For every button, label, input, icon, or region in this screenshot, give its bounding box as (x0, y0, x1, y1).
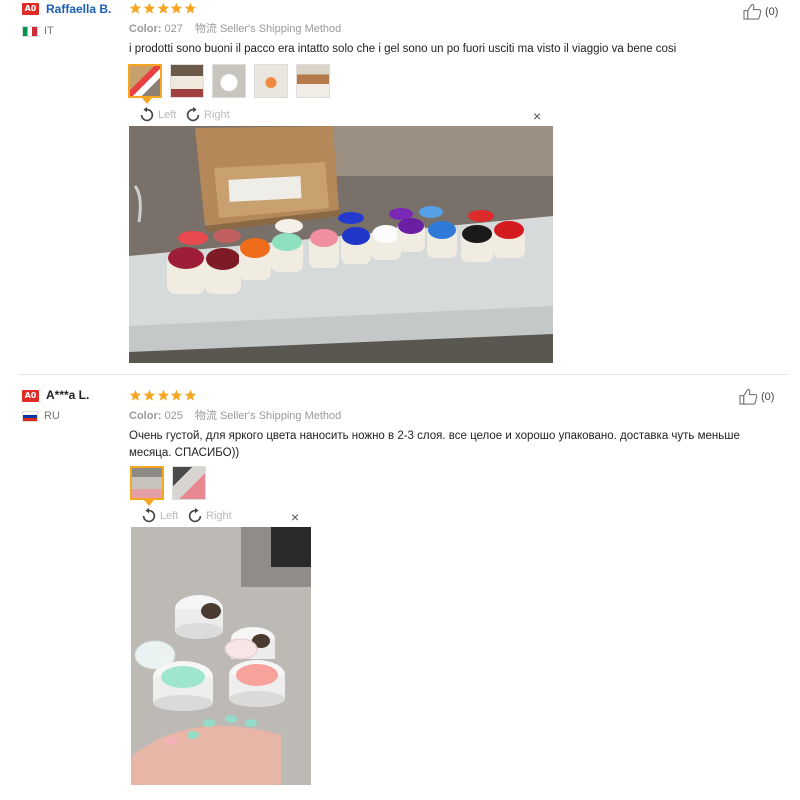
reviewer-country: IT (44, 25, 54, 37)
gel-pots-photo (129, 126, 553, 363)
review-text: i prodotti sono buoni il pacco era intat… (129, 43, 677, 55)
rotate-left-label: Left (158, 109, 177, 121)
rotate-left-icon (140, 507, 158, 525)
rating-stars (129, 2, 197, 15)
close-viewer-button[interactable]: × (533, 108, 541, 124)
review-text-line: месяца. СПАСИБО)) (129, 447, 240, 459)
review-photo-large (131, 527, 311, 785)
russia-flag-icon (22, 411, 38, 422)
rotate-left-label: Left (160, 510, 179, 522)
star-icon (170, 389, 183, 402)
close-viewer-button[interactable]: × (291, 509, 299, 525)
member-level-badge: A0 (22, 390, 39, 402)
rotate-left-button[interactable]: Left (138, 106, 176, 124)
reviewer-country: RU (44, 410, 60, 422)
star-icon (170, 2, 183, 15)
thumbs-up-icon (743, 3, 762, 20)
review-divider (18, 374, 788, 375)
review-photo-thumbnail[interactable] (212, 64, 246, 98)
review-photo-thumbnail[interactable] (172, 466, 206, 500)
reviewer-name[interactable]: A***a L. (46, 388, 89, 402)
photo-thumbnails (130, 466, 206, 506)
review-photo-thumbnail[interactable] (296, 64, 330, 98)
reviewer-name[interactable]: Raffaella B. (46, 2, 111, 16)
member-level-badge: A0 (22, 3, 39, 15)
review-item: A0 A***a L. RU Color: 025 物流 Seller's Sh… (0, 386, 800, 800)
helpful-button[interactable]: (0) (739, 388, 774, 405)
rotate-right-icon (184, 106, 202, 124)
selected-pointer (142, 98, 152, 104)
star-icon (184, 389, 197, 402)
shipping-cn-label: 物流 (194, 410, 217, 422)
shipping-method: Seller's Shipping Method (219, 410, 342, 422)
star-icon (157, 2, 170, 15)
review-item: A0 Raffaella B. IT Color: 027 物流 Seller'… (0, 0, 800, 372)
star-icon (143, 389, 156, 402)
order-info: Color: 025 物流 Seller's Shipping Method (129, 407, 341, 423)
helpful-count: (0) (765, 5, 779, 18)
rotate-left-button[interactable]: Left (140, 507, 178, 525)
review-photo-large (129, 126, 553, 363)
color-value: 027 (164, 23, 183, 35)
thumbs-up-icon (739, 388, 758, 405)
star-icon (129, 2, 142, 15)
color-label: Color: (129, 410, 162, 422)
review-text: Очень густой, для яркого цвета наносить … (129, 428, 789, 462)
photo-viewer-toolbar: Left Right × (128, 106, 552, 126)
rotate-right-label: Right (204, 109, 230, 121)
rotate-right-label: Right (206, 510, 232, 522)
rotate-right-button[interactable]: Right (186, 507, 232, 525)
review-photo-thumbnail[interactable] (128, 64, 162, 104)
shipping-cn-label: 物流 (194, 23, 217, 35)
selected-pointer (144, 500, 154, 506)
star-icon (184, 2, 197, 15)
color-label: Color: (129, 23, 162, 35)
rotate-left-icon (138, 106, 156, 124)
rating-stars (129, 389, 197, 402)
review-photo-thumbnail[interactable] (130, 466, 164, 506)
star-icon (129, 389, 142, 402)
color-value: 025 (164, 410, 183, 422)
photo-viewer-toolbar: Left Right × (131, 507, 311, 527)
rotate-right-icon (186, 507, 204, 525)
italy-flag-icon (22, 26, 38, 37)
photo-thumbnails (128, 64, 330, 104)
helpful-count: (0) (761, 390, 775, 403)
review-photo-thumbnail[interactable] (254, 64, 288, 98)
review-photo-thumbnail[interactable] (170, 64, 204, 98)
gel-jars-photo (131, 527, 311, 785)
review-text-line: Очень густой, для яркого цвета наносить … (129, 430, 740, 442)
star-icon (143, 2, 156, 15)
shipping-method: Seller's Shipping Method (219, 23, 342, 35)
helpful-button[interactable]: (0) (743, 3, 778, 20)
star-icon (157, 389, 170, 402)
order-info: Color: 027 物流 Seller's Shipping Method (129, 20, 341, 36)
rotate-right-button[interactable]: Right (184, 106, 230, 124)
